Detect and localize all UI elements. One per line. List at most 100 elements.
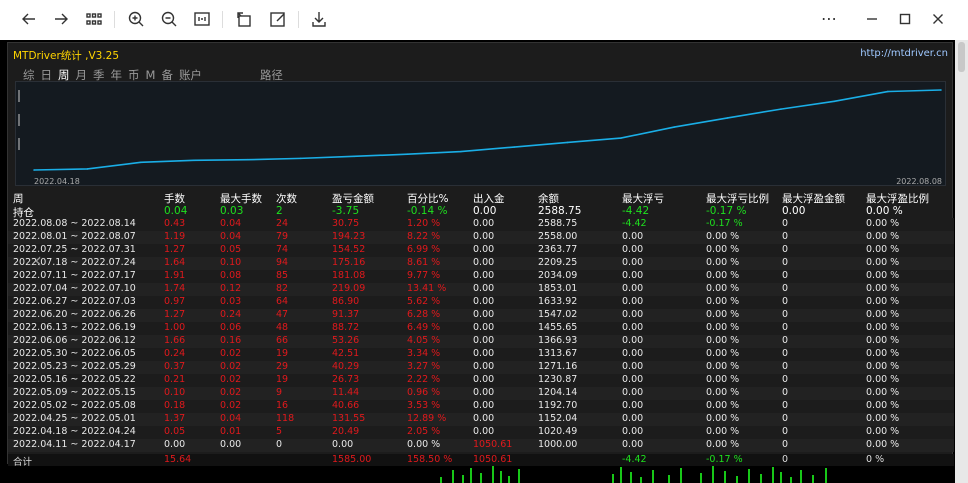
cell-max-float-loss-pct: 0.00 % <box>706 400 740 411</box>
total-max-float-profit-pct: 0 % <box>866 454 885 465</box>
panel-title: MTDriver统计 ,V3.25 <box>13 50 120 62</box>
volume-bar <box>700 473 702 483</box>
cell-max-float-profit: 0 <box>782 439 789 450</box>
volume-bar <box>760 474 762 483</box>
zoom-in-icon[interactable] <box>124 7 148 31</box>
maximize-icon[interactable] <box>893 7 917 31</box>
cell-max-float-profit-pct: 0.00 % <box>866 244 900 255</box>
cell-deposit: 0.00 <box>473 361 495 372</box>
cell-max-float-loss: 0.00 <box>622 244 644 255</box>
header-percent: 百分比% <box>407 193 449 205</box>
scrollbar-thumb[interactable] <box>958 42 965 72</box>
volume-bar <box>812 475 814 483</box>
cell-max-float-loss: 0.00 <box>622 257 644 268</box>
total-max-float-profit: 0 <box>782 454 789 465</box>
cell-max-float-loss: 0.00 <box>622 322 644 333</box>
cell-trades: 85 <box>276 270 289 281</box>
cell-balance: 1633.92 <box>538 296 578 307</box>
cell-lots: 1.64 <box>164 257 186 268</box>
cell-period: 2022.08.01 ~ 2022.08.07 <box>13 231 136 242</box>
holding-trades: 2 <box>276 205 283 217</box>
cell-period: 2022.05.16 ~ 2022.05.22 <box>13 374 136 385</box>
table-row: 2022.05.30 ~ 2022.06.05 0.24 0.02 19 42.51 3.… <box>8 348 954 361</box>
cell-max-float-loss-pct: 0.00 % <box>706 270 740 281</box>
vertical-scrollbar[interactable] <box>955 40 968 483</box>
cell-period: 2022.04.18 ~ 2022.04.24 <box>13 426 136 437</box>
cell-percent: 9.77 % <box>407 270 441 281</box>
cell-percent: 6.28 % <box>407 309 441 320</box>
cell-max-float-profit-pct: 0.00 % <box>866 218 900 229</box>
header-max-float-loss: 最大浮亏 <box>622 193 664 205</box>
cell-max-float-profit-pct: 0.00 % <box>866 426 900 437</box>
table-header: 周 手数 最大手数 次数 盈亏金额 百分比% 出入金 余额 最大浮亏 最大浮亏比… <box>8 191 954 205</box>
cell-deposit: 0.00 <box>473 218 495 229</box>
cell-profit: 0.00 <box>332 439 354 450</box>
tab-7[interactable]: M <box>146 68 156 82</box>
weekly-rows: 2022.08.08 ~ 2022.08.14 0.43 0.04 24 30.75 1.… <box>8 218 954 452</box>
grid-icon[interactable] <box>82 7 106 31</box>
balance-point <box>86 168 89 170</box>
cell-period: 2022.05.02 ~ 2022.05.08 <box>13 400 136 411</box>
cell-max-lots: 0.04 <box>220 413 242 424</box>
cell-deposit: 0.00 <box>473 400 495 411</box>
back-arrow-icon[interactable] <box>17 7 41 31</box>
cell-max-float-profit-pct: 0.00 % <box>866 374 900 385</box>
save-icon[interactable] <box>307 7 331 31</box>
header-max-float-profit-pct: 最大浮盈比例 <box>866 193 929 205</box>
zoom-out-icon[interactable] <box>157 7 181 31</box>
chevron-left-icon[interactable]: ‹ <box>34 248 42 272</box>
table-row: 2022.05.02 ~ 2022.05.08 0.18 0.02 16 40.66 3.… <box>8 400 954 413</box>
forward-arrow-icon[interactable] <box>49 7 73 31</box>
volume-bar <box>500 471 502 483</box>
panel-url-link[interactable]: http://mtdriver.cn <box>860 48 948 59</box>
cell-trades: 48 <box>276 322 289 333</box>
cell-max-float-loss: 0.00 <box>622 400 644 411</box>
balance-point <box>886 90 889 93</box>
cell-max-float-profit-pct: 0.00 % <box>866 231 900 242</box>
cell-max-float-loss-pct: 0.00 % <box>706 322 740 333</box>
cell-profit: 131.55 <box>332 413 366 424</box>
cell-trades: 5 <box>276 426 283 437</box>
cell-max-float-loss: 0.00 <box>622 283 644 294</box>
header-max-float-loss-pct: 最大浮亏比例 <box>706 193 769 205</box>
cell-max-lots: 0.00 <box>220 439 242 450</box>
cell-trades: 16 <box>276 400 289 411</box>
cell-balance: 2558.00 <box>538 231 578 242</box>
balance-point <box>940 89 942 91</box>
volume-bar <box>492 466 494 483</box>
header-max-lots: 最大手数 <box>220 193 262 205</box>
header-deposit: 出入金 <box>473 193 505 205</box>
viewer-toolbar: ⋯ <box>0 0 968 40</box>
cell-max-float-profit: 0 <box>782 244 789 255</box>
table-row: 2022.07.04 ~ 2022.07.10 1.74 0.12 82 219.09 1… <box>8 283 954 296</box>
table-row: 2022.04.18 ~ 2022.04.24 0.05 0.01 5 20.49 2.0… <box>8 426 954 439</box>
cell-profit: 53.26 <box>332 335 360 346</box>
table-row: 2022.05.23 ~ 2022.05.29 0.37 0.02 29 40.29 3.… <box>8 361 954 374</box>
cell-profit: 181.08 <box>332 270 366 281</box>
cell-max-float-loss-pct: 0.00 % <box>706 361 740 372</box>
rotate-icon[interactable] <box>232 7 256 31</box>
cell-lots: 1.74 <box>164 283 186 294</box>
total-max-float-loss: -4.42 <box>622 454 647 465</box>
cell-trades: 9 <box>276 387 283 398</box>
cell-lots: 0.24 <box>164 348 186 359</box>
minimize-icon[interactable] <box>860 7 884 31</box>
balance-point <box>460 150 462 153</box>
edit-icon[interactable] <box>266 7 290 31</box>
cell-balance: 1020.49 <box>538 426 578 437</box>
table-row: 2022.05.16 ~ 2022.05.22 0.21 0.02 19 26.73 2.… <box>8 374 954 387</box>
cell-max-lots: 0.16 <box>220 335 242 346</box>
cell-period: 2022.05.23 ~ 2022.05.29 <box>13 361 136 372</box>
table-row: 2022.06.13 ~ 2022.06.19 1.00 0.06 48 88.72 6.… <box>8 322 954 335</box>
background-volume-bars <box>440 466 827 483</box>
fit-icon[interactable] <box>190 7 214 31</box>
balance-point <box>246 158 249 161</box>
close-icon[interactable] <box>926 7 950 31</box>
more-icon[interactable]: ⋯ <box>817 7 841 31</box>
cell-max-float-loss: -4.42 <box>622 218 647 229</box>
cell-max-lots: 0.05 <box>220 244 242 255</box>
cell-max-float-loss-pct: 0.00 % <box>706 387 740 398</box>
cell-profit: 20.49 <box>332 426 360 437</box>
cell-lots: 1.27 <box>164 244 186 255</box>
balance-point <box>406 153 409 156</box>
